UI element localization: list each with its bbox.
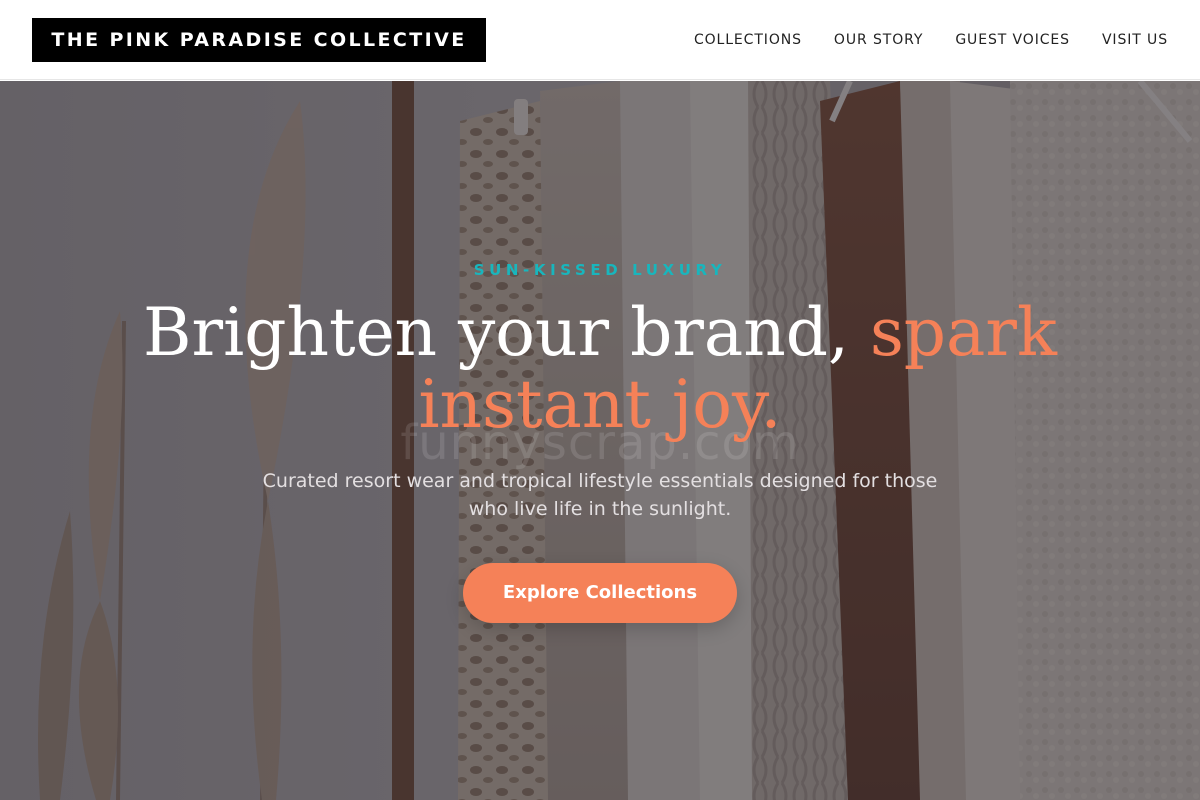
hero-eyebrow: SUN-KISSED LUXURY	[473, 261, 727, 279]
nav-guest-voices[interactable]: GUEST VOICES	[955, 32, 1070, 48]
site-header: THE PINK PARADISE COLLECTIVE COLLECTIONS…	[0, 0, 1200, 80]
hero-subtext: Curated resort wear and tropical lifesty…	[262, 470, 938, 520]
nav-visit-us[interactable]: VISIT US	[1102, 32, 1168, 48]
nav-collections[interactable]: COLLECTIONS	[694, 32, 802, 48]
site-logo[interactable]: THE PINK PARADISE COLLECTIVE	[32, 18, 486, 62]
main-nav: COLLECTIONS OUR STORY GUEST VOICES VISIT…	[694, 0, 1168, 80]
hero-section: funnyscrap.com SUN-KISSED LUXURY Brighte…	[0, 81, 1200, 800]
headline-main: Brighten your brand,	[143, 294, 870, 371]
hero-headline: Brighten your brand, spark instant joy.	[60, 297, 1140, 441]
explore-collections-button[interactable]: Explore Collections	[463, 563, 737, 623]
nav-our-story[interactable]: OUR STORY	[834, 32, 923, 48]
